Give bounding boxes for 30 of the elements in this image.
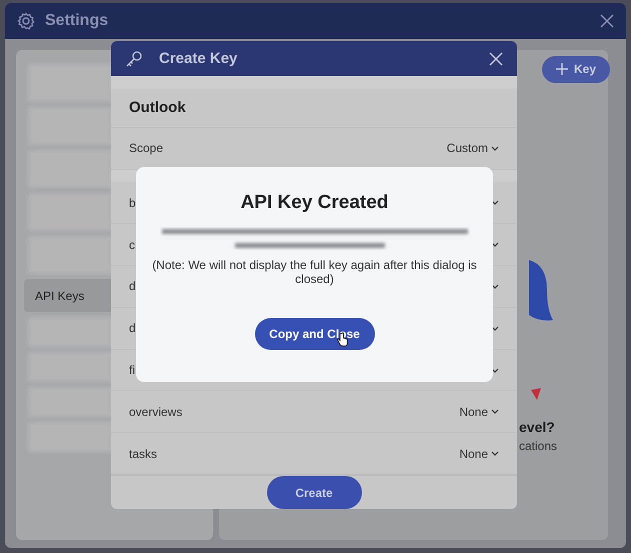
note-text: (Note: We will not display the full key again after this dialog is closed)	[151, 258, 478, 286]
key-icon	[125, 50, 143, 68]
dialog-title: API Key Created	[240, 192, 388, 214]
chevron-down-icon	[491, 451, 499, 456]
close-icon[interactable]	[489, 52, 503, 66]
row-label: d	[129, 321, 136, 336]
create-button[interactable]: Create	[266, 476, 362, 509]
close-icon[interactable]	[600, 14, 614, 28]
row-label: c	[129, 238, 135, 252]
chevron-down-icon	[491, 409, 499, 414]
window-title: Settings	[45, 12, 110, 30]
scope-value: Custom	[446, 141, 488, 156]
section-text: cations	[519, 439, 558, 453]
section-heading: evel?	[519, 419, 556, 435]
permission-value: None	[459, 446, 488, 461]
row-label: tasks	[129, 446, 158, 461]
row-label: fi	[129, 363, 135, 378]
row-label: d	[129, 279, 136, 294]
dialog-title: Create Key	[159, 50, 238, 67]
permission-row[interactable]: tasks None	[111, 433, 517, 476]
permission-value: None	[459, 404, 488, 419]
chevron-down-icon	[491, 146, 499, 151]
row-label: b	[129, 196, 136, 210]
plus-icon	[556, 63, 568, 75]
row-label: Scope	[129, 141, 164, 156]
gear-icon	[17, 12, 35, 30]
add-key-button[interactable]: Key	[542, 56, 610, 82]
app-name: Outlook	[111, 88, 517, 128]
row-label: overviews	[129, 404, 182, 419]
permission-row[interactable]: overviews None	[111, 391, 517, 434]
